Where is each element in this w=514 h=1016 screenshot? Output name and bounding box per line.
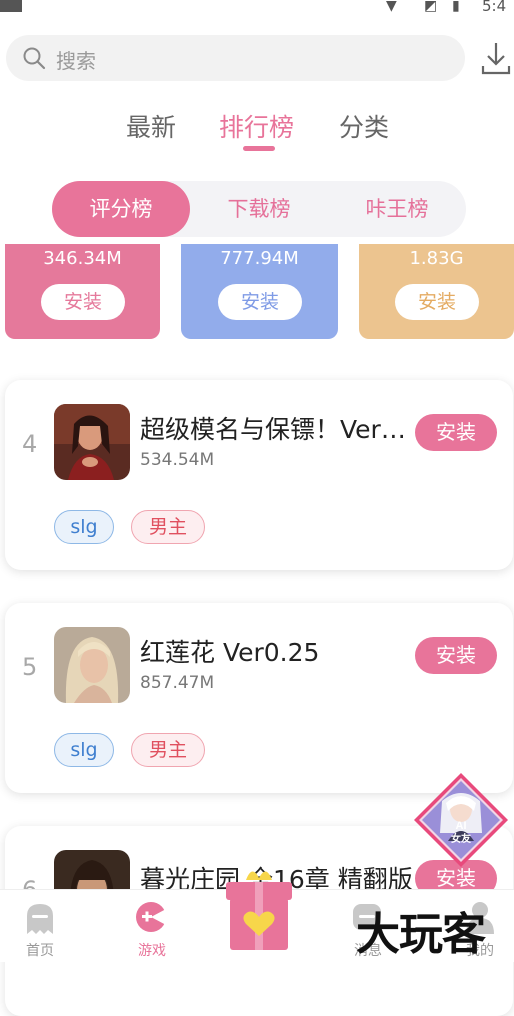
top-card-2[interactable]: 777.94M 安装 — [181, 244, 338, 339]
ghost-icon — [27, 904, 53, 934]
tag-male-lead: 男主 — [131, 510, 205, 544]
top-card-1[interactable]: 346.34M 安装 — [5, 244, 160, 339]
top-card-install-button[interactable]: 安装 — [395, 284, 479, 320]
game-title: 超级模名与保镖！Ver0.23 — [140, 415, 418, 444]
segment-rating[interactable]: 评分榜 — [52, 181, 190, 237]
list-item[interactable]: 4 超级模名与保镖！Ver0.23 534.54M 安装 slg 男主 — [5, 380, 513, 570]
game-size: 857.47M — [140, 673, 215, 693]
status-bar: ▼ ◩ ▮ 5:4 — [0, 0, 514, 16]
tag-slg: slg — [54, 733, 114, 767]
ranking-segment: 评分榜 下载榜 咔王榜 — [52, 181, 466, 237]
top-card-size: 346.34M — [43, 248, 122, 269]
segment-downloads[interactable]: 下载榜 — [190, 181, 328, 237]
gift-icon[interactable] — [224, 860, 294, 952]
wifi-icon: ▼ — [386, 0, 397, 14]
game-title: 红莲花 Ver0.25 — [140, 638, 320, 667]
list-item[interactable]: 5 红莲花 Ver0.25 857.47M 安装 slg 男主 — [5, 603, 513, 793]
install-button[interactable]: 安装 — [415, 637, 497, 674]
install-button[interactable]: 安装 — [415, 414, 497, 451]
watermark-text: 大玩客 — [356, 909, 486, 960]
rank-number: 5 — [22, 653, 38, 681]
status-time: 5:4 — [482, 0, 507, 15]
search-placeholder: 搜索 — [56, 49, 96, 73]
game-avatar — [54, 404, 130, 480]
gamepad-icon — [136, 902, 168, 932]
ai-girlfriend-float[interactable]: AI 女友 — [412, 771, 510, 869]
tab-category[interactable]: 分类 — [339, 108, 389, 144]
tab-active-indicator — [243, 146, 275, 151]
ai-badge-line2: 女友 — [451, 832, 471, 845]
search-input[interactable]: 搜索 — [6, 35, 465, 81]
top-card-size: 1.83G — [409, 248, 464, 269]
tag-male-lead: 男主 — [131, 733, 205, 767]
download-icon[interactable] — [480, 40, 512, 76]
no-sim-icon: ◩ — [424, 0, 438, 14]
top-card-size: 777.94M — [220, 248, 299, 269]
ai-badge-line1: AI — [456, 820, 467, 832]
tag-slg: slg — [54, 510, 114, 544]
rank-number: 4 — [22, 430, 38, 458]
nav-label: 首页 — [26, 943, 54, 959]
status-notification-icon — [0, 0, 22, 12]
game-avatar — [54, 627, 130, 703]
tab-ranking[interactable]: 排行榜 — [219, 108, 294, 144]
top-card-install-button[interactable]: 安装 — [218, 284, 302, 320]
segment-king[interactable]: 咔王榜 — [328, 181, 466, 237]
top-card-install-button[interactable]: 安装 — [41, 284, 125, 320]
top-card-3[interactable]: 1.83G 安装 — [359, 244, 514, 339]
nav-label: 游戏 — [138, 943, 166, 959]
search-icon — [23, 47, 46, 70]
tab-latest[interactable]: 最新 — [126, 108, 176, 144]
game-size: 534.54M — [140, 450, 215, 470]
battery-icon: ▮ — [452, 0, 460, 14]
